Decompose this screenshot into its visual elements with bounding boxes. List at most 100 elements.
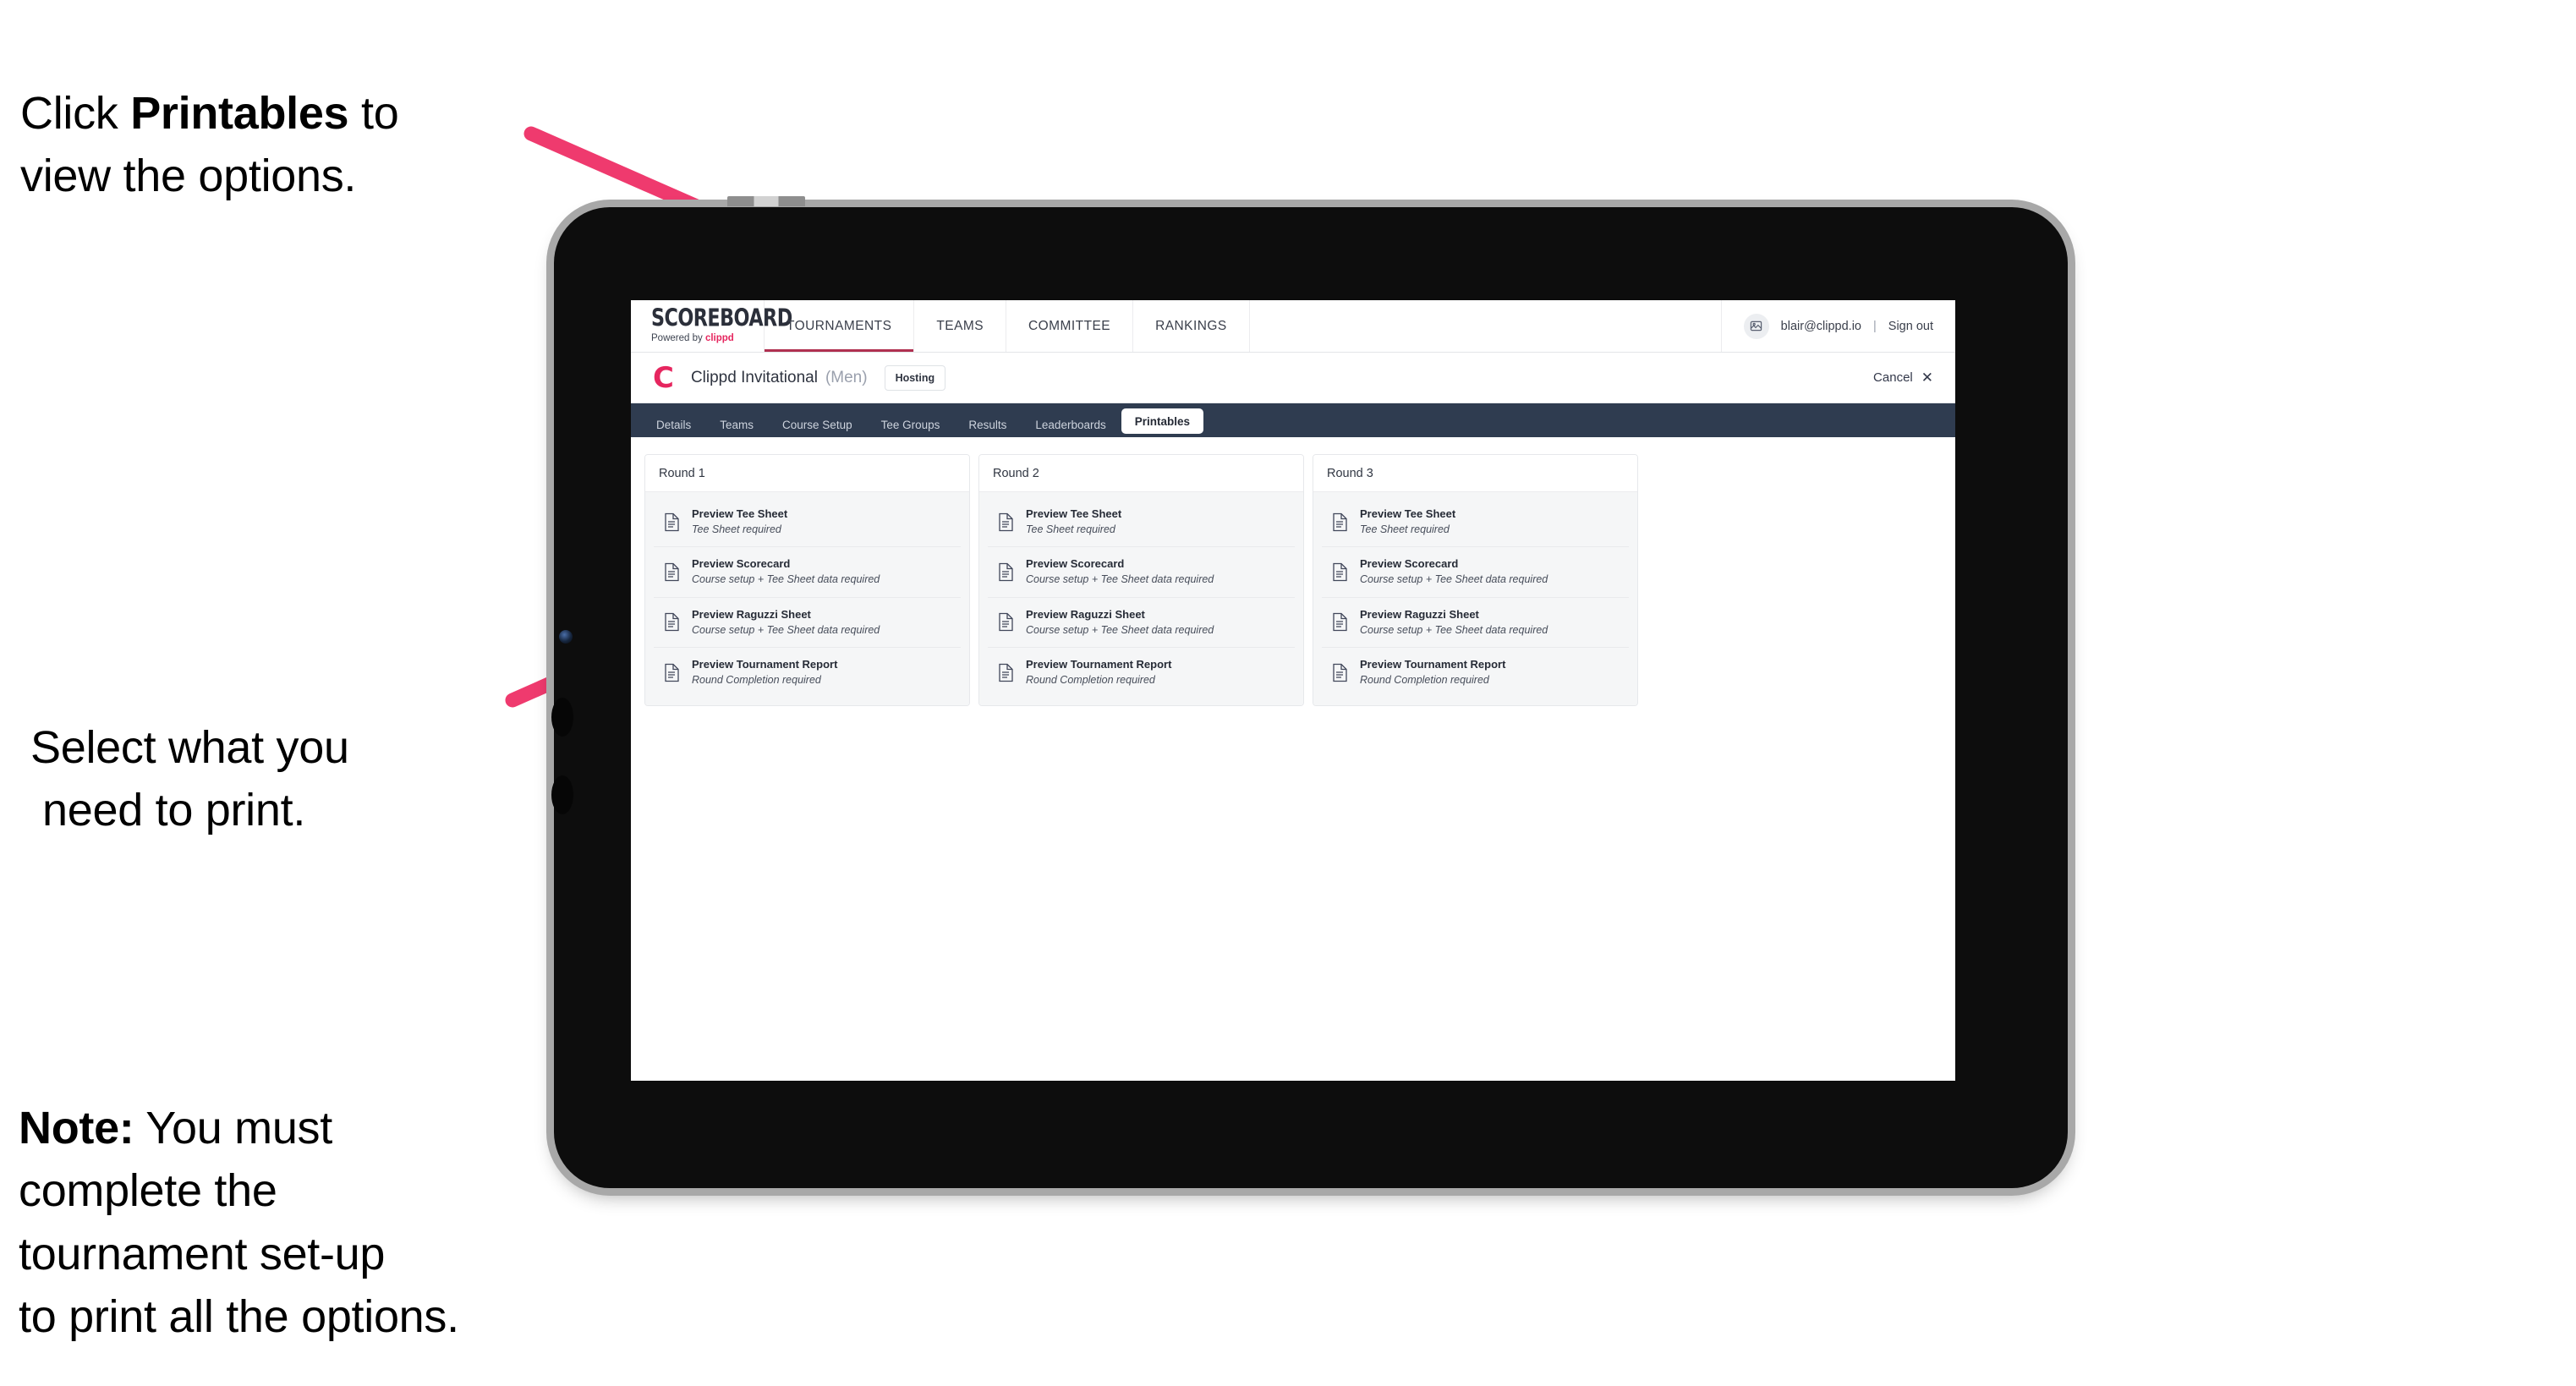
document-icon — [1332, 562, 1348, 582]
front-camera-icon — [559, 630, 573, 644]
document-icon — [998, 663, 1014, 682]
annotation-select-print: Select what you need to print. — [30, 653, 572, 905]
annotation-top-bold: Printables — [130, 87, 349, 139]
tab-printables[interactable]: Printables — [1121, 408, 1204, 434]
nav-rankings[interactable]: RANKINGS — [1133, 300, 1250, 352]
top-bar-spacer — [1250, 300, 1722, 352]
printable-requirement: Tee Sheet required — [1360, 523, 1450, 535]
cancel-button[interactable]: Cancel ✕ — [1873, 370, 1933, 385]
printable-requirement: Round Completion required — [1360, 673, 1489, 686]
document-icon — [664, 663, 680, 682]
document-icon — [998, 562, 1014, 582]
section-tab-bar: Details Teams Course Setup Tee Groups Re… — [631, 403, 1955, 437]
printable-requirement: Round Completion required — [1026, 673, 1155, 686]
annotation-click-printables: Click Printables to view the options. — [20, 19, 578, 208]
printable-item-scorecard[interactable]: Preview Scorecard Course setup + Tee She… — [654, 547, 961, 598]
printable-title: Preview Tournament Report — [692, 657, 838, 671]
printables-content: Round 1 Preview Tee Sheet Tee Sheet requ… — [631, 437, 1955, 707]
tab-tee-groups[interactable]: Tee Groups — [868, 412, 954, 437]
printable-item-raguzzi-sheet[interactable]: Preview Raguzzi Sheet Course setup + Tee… — [1322, 598, 1629, 648]
tab-details[interactable]: Details — [643, 412, 704, 437]
printable-requirement: Course setup + Tee Sheet data required — [1026, 573, 1214, 586]
document-icon — [998, 512, 1014, 532]
printable-requirement: Course setup + Tee Sheet data required — [1360, 623, 1548, 636]
printable-item-tee-sheet[interactable]: Preview Tee Sheet Tee Sheet required — [1322, 497, 1629, 548]
printable-title: Preview Scorecard — [1360, 557, 1459, 571]
printable-item-tee-sheet[interactable]: Preview Tee Sheet Tee Sheet required — [654, 497, 961, 548]
printable-item-tournament-report[interactable]: Preview Tournament Report Round Completi… — [988, 648, 1295, 697]
device-volume-button-down[interactable] — [551, 775, 573, 814]
tab-leaderboards[interactable]: Leaderboards — [1022, 412, 1119, 437]
document-icon — [1332, 612, 1348, 632]
printable-requirement: Tee Sheet required — [1026, 523, 1115, 535]
round-title: Round 1 — [645, 455, 969, 492]
clippd-logo-icon: C — [653, 360, 674, 395]
round-column-3: Round 3 Preview Tee Sheet Tee Sheet requ… — [1313, 454, 1638, 707]
printable-title: Preview Scorecard — [692, 557, 791, 571]
tablet-device: SCOREBOARD Powered by clippd TOURNAMENTS… — [551, 196, 2068, 1188]
device-volume-button-up[interactable] — [551, 698, 573, 737]
brand-powered-by: Powered by — [651, 333, 705, 344]
user-area: blair@clippd.io | Sign out — [1722, 300, 1955, 352]
brand-subtitle: Powered by clippd — [651, 334, 764, 344]
annotation-mid-line2: need to print. — [42, 785, 306, 836]
round-column-1: Round 1 Preview Tee Sheet Tee Sheet requ… — [644, 454, 970, 707]
brand-title: SCOREBOARD — [651, 304, 792, 332]
round-items-2: Preview Tee Sheet Tee Sheet required Pre… — [979, 492, 1303, 706]
round-items-3: Preview Tee Sheet Tee Sheet required Pre… — [1313, 492, 1637, 706]
printable-title: Preview Tee Sheet — [692, 507, 788, 520]
printable-item-scorecard[interactable]: Preview Scorecard Course setup + Tee She… — [1322, 547, 1629, 598]
document-icon — [1332, 663, 1348, 682]
document-icon — [664, 512, 680, 532]
document-icon — [1332, 512, 1348, 532]
tab-course-setup[interactable]: Course Setup — [769, 412, 866, 437]
printable-title: Preview Raguzzi Sheet — [1026, 607, 1145, 621]
printable-requirement: Round Completion required — [692, 673, 821, 686]
printable-item-tournament-report[interactable]: Preview Tournament Report Round Completi… — [1322, 648, 1629, 697]
sign-out-link[interactable]: Sign out — [1888, 320, 1933, 333]
page-root: Click Printables to view the options. Se… — [0, 0, 2576, 1386]
document-icon — [664, 562, 680, 582]
user-email: blair@clippd.io — [1780, 319, 1861, 333]
annotation-note-bold: Note: — [19, 1102, 134, 1153]
printable-item-tee-sheet[interactable]: Preview Tee Sheet Tee Sheet required — [988, 497, 1295, 548]
close-icon: ✕ — [1921, 370, 1933, 386]
round-column-2: Round 2 Preview Tee Sheet Tee Sheet requ… — [978, 454, 1304, 707]
nav-committee[interactable]: COMMITTEE — [1006, 300, 1134, 352]
round-title: Round 3 — [1313, 455, 1637, 492]
brand-clippd: clippd — [704, 333, 734, 344]
document-icon — [664, 612, 680, 632]
printable-requirement: Course setup + Tee Sheet data required — [1026, 623, 1214, 636]
brand-logo[interactable]: SCOREBOARD Powered by clippd — [631, 300, 792, 352]
round-items-1: Preview Tee Sheet Tee Sheet required Pre… — [645, 492, 969, 706]
printable-item-raguzzi-sheet[interactable]: Preview Raguzzi Sheet Course setup + Tee… — [988, 598, 1295, 648]
tab-teams[interactable]: Teams — [706, 412, 767, 437]
app-screen: SCOREBOARD Powered by clippd TOURNAMENTS… — [631, 300, 1955, 1081]
tab-results[interactable]: Results — [955, 412, 1020, 437]
annotation-mid-line1: Select what you — [30, 721, 349, 773]
printable-title: Preview Raguzzi Sheet — [1360, 607, 1479, 621]
printable-item-tournament-report[interactable]: Preview Tournament Report Round Completi… — [654, 648, 961, 697]
printable-requirement: Course setup + Tee Sheet data required — [1360, 573, 1548, 586]
printable-title: Preview Scorecard — [1026, 557, 1125, 571]
user-avatar-icon[interactable] — [1743, 313, 1769, 339]
nav-tournaments[interactable]: TOURNAMENTS — [765, 300, 915, 352]
printable-title: Preview Tee Sheet — [1360, 507, 1456, 520]
printable-item-raguzzi-sheet[interactable]: Preview Raguzzi Sheet Course setup + Tee… — [654, 598, 961, 648]
printable-item-scorecard[interactable]: Preview Scorecard Course setup + Tee She… — [988, 547, 1295, 598]
printable-title: Preview Tournament Report — [1360, 657, 1506, 671]
app-top-bar: SCOREBOARD Powered by clippd TOURNAMENTS… — [631, 300, 1955, 353]
printable-title: Preview Tee Sheet — [1026, 507, 1122, 520]
document-icon — [998, 612, 1014, 632]
hosting-badge[interactable]: Hosting — [884, 364, 946, 391]
annotation-top-pre: Click — [20, 87, 131, 139]
printable-title: Preview Raguzzi Sheet — [692, 607, 811, 621]
round-title: Round 2 — [979, 455, 1303, 492]
event-header-bar: C Clippd Invitational (Men) Hosting Canc… — [631, 353, 1955, 403]
cancel-label: Cancel — [1873, 370, 1913, 385]
user-separator: | — [1873, 319, 1877, 333]
nav-teams[interactable]: TEAMS — [914, 300, 1007, 352]
device-top-connector — [727, 196, 805, 206]
printable-requirement: Course setup + Tee Sheet data required — [692, 623, 880, 636]
printable-title: Preview Tournament Report — [1026, 657, 1172, 671]
